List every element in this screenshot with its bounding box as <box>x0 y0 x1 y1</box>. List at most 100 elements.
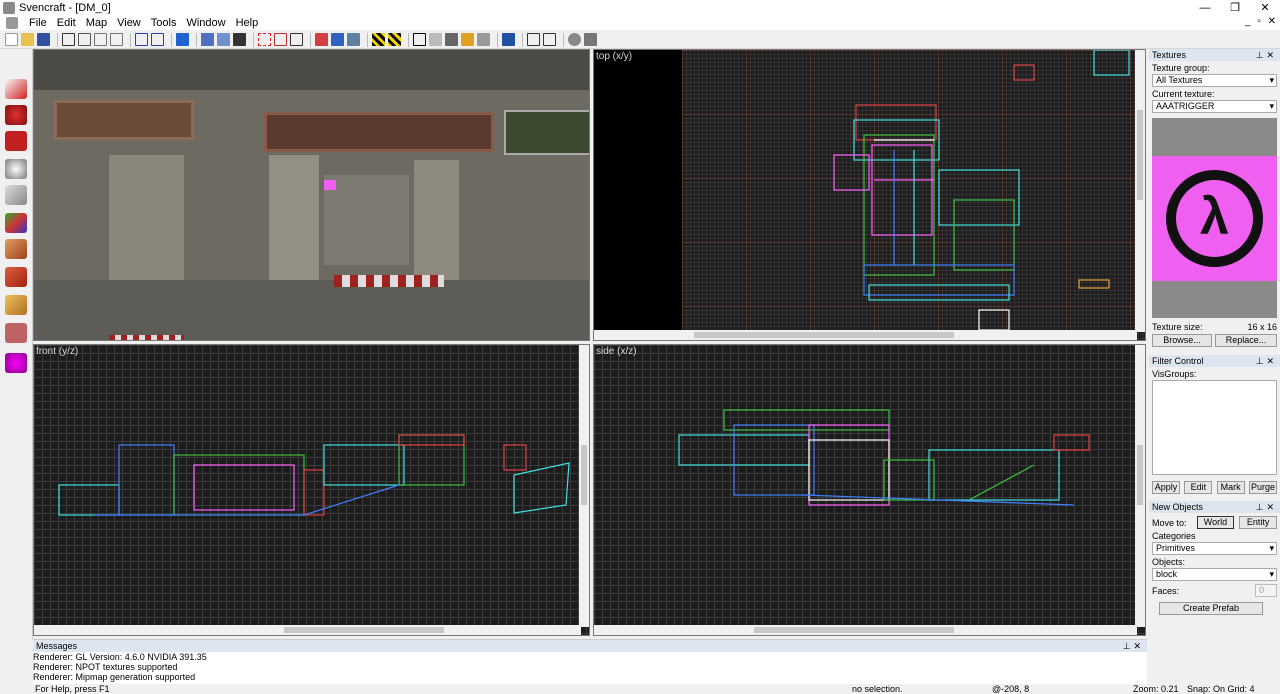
pillar-right <box>414 160 459 280</box>
grid-toggle-icon[interactable] <box>62 33 75 46</box>
ceiling-beams <box>34 50 589 90</box>
move-to-world-icon[interactable] <box>388 33 401 46</box>
camera-viewport[interactable] <box>33 49 590 341</box>
menu-tools[interactable]: Tools <box>146 17 182 29</box>
textures-panel-header: Textures ⊥✕ <box>1149 49 1280 61</box>
new-objects-panel-header: New Objects ⊥✕ <box>1149 501 1280 513</box>
menu-file[interactable]: File <box>24 17 52 29</box>
grid-larger-icon[interactable] <box>110 33 123 46</box>
magnify-tool-icon[interactable] <box>5 105 27 125</box>
run-map-icon[interactable] <box>176 33 189 46</box>
tie-to-entity-icon[interactable] <box>372 33 385 46</box>
texture-tool-icon[interactable] <box>5 213 27 233</box>
camera-tool-icon[interactable] <box>5 131 27 151</box>
maximize-button[interactable]: ❐ <box>1220 0 1250 16</box>
horizontal-scrollbar[interactable] <box>594 625 1137 635</box>
doorway <box>324 175 409 265</box>
document-icon[interactable] <box>6 17 18 29</box>
edit-button[interactable]: Edit <box>1184 481 1213 494</box>
apply-texture-tool-icon[interactable] <box>5 239 27 259</box>
vertex-tool-icon[interactable] <box>5 323 27 343</box>
smoothing-icon[interactable] <box>502 33 515 46</box>
path-icon[interactable] <box>477 33 490 46</box>
selection-box-icon[interactable] <box>413 33 426 46</box>
front-wireframe <box>58 434 570 516</box>
top-viewport[interactable]: top (x/y) <box>593 49 1146 341</box>
status-coords: @-208, 8 <box>992 684 1030 694</box>
horizontal-scrollbar[interactable] <box>34 625 581 635</box>
clip-tool-icon[interactable] <box>5 295 27 315</box>
vertical-scrollbar[interactable] <box>1135 345 1145 627</box>
faces-input[interactable]: 0 <box>1255 584 1277 597</box>
panel-pin-close-icon[interactable]: ⊥✕ <box>1256 356 1280 367</box>
entity-button[interactable]: Entity <box>1239 516 1277 529</box>
hide-selection-icon[interactable] <box>233 33 246 46</box>
paste-icon[interactable] <box>347 33 360 46</box>
pointer-tool-icon[interactable] <box>5 79 27 99</box>
entity-tool-icon[interactable] <box>5 159 27 179</box>
cursor-icon[interactable] <box>429 33 442 46</box>
grid-smaller-icon[interactable] <box>94 33 107 46</box>
group-icon[interactable] <box>201 33 214 46</box>
save-window-state-icon[interactable] <box>151 33 164 46</box>
menu-map[interactable]: Map <box>81 17 112 29</box>
path-tool-icon[interactable] <box>5 353 27 373</box>
visgroups-list[interactable] <box>1152 380 1277 475</box>
decal-icon[interactable] <box>461 33 474 46</box>
panel-pin-close-icon[interactable]: ⊥✕ <box>1256 50 1280 61</box>
replace-button[interactable]: Replace... <box>1215 334 1277 347</box>
load-window-state-icon[interactable] <box>135 33 148 46</box>
cut-icon[interactable] <box>315 33 328 46</box>
side-wireframe <box>678 409 1090 506</box>
vertical-scrollbar[interactable] <box>1135 50 1145 332</box>
objects-label: Objects: <box>1152 557 1186 567</box>
vertical-scrollbar[interactable] <box>579 345 589 627</box>
vertex-icon[interactable] <box>445 33 458 46</box>
create-prefab-button[interactable]: Create Prefab <box>1159 602 1263 615</box>
panel-pin-close-icon[interactable]: ⊥✕ <box>1256 502 1280 513</box>
right-panel: Textures ⊥✕ Texture group: All Textures … <box>1149 49 1280 639</box>
block-tool-icon[interactable] <box>5 185 27 205</box>
camera-view-icon[interactable] <box>568 33 581 46</box>
ungroup-icon[interactable] <box>217 33 230 46</box>
current-texture-select[interactable]: AAATRIGGER <box>1152 100 1277 113</box>
texture-lock-icon[interactable] <box>258 33 271 46</box>
texture-group-select[interactable]: All Textures <box>1152 74 1277 87</box>
move-to-label: Move to: <box>1152 517 1187 528</box>
mark-button[interactable]: Mark <box>1216 481 1245 494</box>
open-folder-icon[interactable] <box>21 33 34 46</box>
new-file-icon[interactable] <box>5 33 18 46</box>
apply-button[interactable]: Apply <box>1152 481 1180 494</box>
mdi-window-controls[interactable]: _ ▫ ✕ <box>1245 16 1278 27</box>
menu-window[interactable]: Window <box>181 17 230 29</box>
horizontal-scrollbar[interactable] <box>594 330 1137 340</box>
panel-title: Filter Control <box>1152 356 1204 366</box>
carve-icon[interactable] <box>274 33 287 46</box>
world-button[interactable]: World <box>1196 516 1235 529</box>
save-icon[interactable] <box>37 33 50 46</box>
menu-help[interactable]: Help <box>231 17 264 29</box>
texture-app-icon[interactable] <box>527 33 540 46</box>
filter-buttons: Apply Edit Mark Purge <box>1149 475 1280 494</box>
menu-edit[interactable]: Edit <box>52 17 81 29</box>
objects-select[interactable]: block <box>1152 568 1277 581</box>
menu-view[interactable]: View <box>112 17 146 29</box>
minimize-button[interactable]: — <box>1190 0 1220 16</box>
main-toolbar <box>0 31 1280 49</box>
copy-icon[interactable] <box>331 33 344 46</box>
decal-tool-icon[interactable] <box>5 267 27 287</box>
side-viewport[interactable]: side (x/z) <box>593 344 1146 636</box>
visgroups-label: VisGroups: <box>1152 369 1197 379</box>
close-button[interactable]: ✕ <box>1250 0 1280 16</box>
grid-3d-icon[interactable] <box>78 33 91 46</box>
purge-button[interactable]: Purge <box>1248 481 1277 494</box>
front-viewport[interactable]: front (y/z) <box>33 344 590 636</box>
entity-report-icon[interactable] <box>543 33 556 46</box>
current-texture-label: Current texture: <box>1152 89 1215 99</box>
compile-icon[interactable] <box>584 33 597 46</box>
panel-pin-close-icon[interactable]: ⊥✕ <box>1123 641 1147 652</box>
status-help: For Help, press F1 <box>35 684 110 694</box>
hollow-icon[interactable] <box>290 33 303 46</box>
browse-button[interactable]: Browse... <box>1152 334 1212 347</box>
categories-select[interactable]: Primitives <box>1152 542 1277 555</box>
